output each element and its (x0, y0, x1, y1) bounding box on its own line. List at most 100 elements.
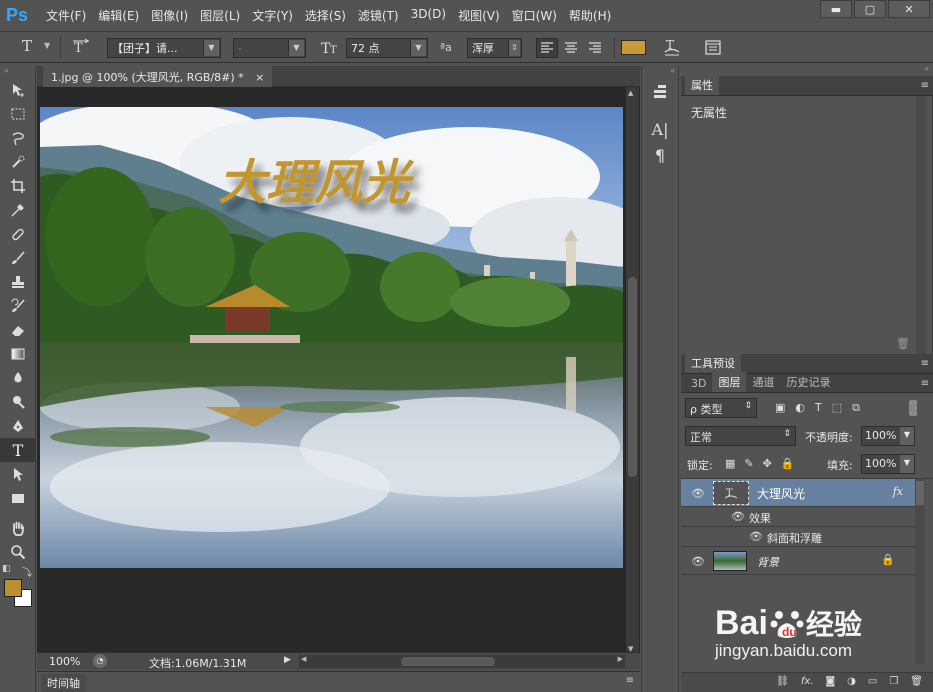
type-tool-icon[interactable]: T (0, 438, 36, 462)
vertical-scroll-thumb[interactable] (628, 277, 637, 477)
character-panel-icon[interactable]: A| (642, 116, 678, 142)
fx-icon[interactable]: fx (893, 485, 903, 498)
opacity-input[interactable]: 100% ▼ (861, 426, 915, 446)
pen-tool-icon[interactable] (0, 414, 36, 438)
zoom-level[interactable]: 100% (49, 655, 80, 668)
timeline-tab[interactable]: 时间轴 (41, 674, 86, 692)
menu-view[interactable]: 视图(V) (452, 7, 506, 24)
layer-row-background[interactable]: 👁 背景 🔒 (681, 547, 915, 575)
filter-pixel-icon[interactable]: ▣ (775, 401, 785, 415)
character-panel-icon[interactable] (704, 38, 722, 58)
lasso-tool-icon[interactable] (0, 126, 36, 150)
lock-all-icon[interactable]: 🔒 (781, 457, 795, 470)
horizontal-scroll-thumb[interactable] (401, 657, 495, 666)
lock-pixels-icon[interactable]: ✎ (744, 457, 753, 470)
properties-scrollbar[interactable] (916, 96, 926, 354)
lock-position-icon[interactable]: ✥ (763, 457, 772, 470)
status-menu-arrow-icon[interactable]: ▶ (284, 655, 291, 665)
menu-help[interactable]: 帮助(H) (563, 7, 617, 24)
status-info-icon[interactable]: ◔ (93, 654, 107, 668)
align-center-icon[interactable] (560, 38, 582, 58)
type-tool-icon[interactable]: T (22, 37, 32, 57)
trash-icon[interactable]: 🗑 (896, 337, 910, 350)
eye-icon[interactable]: 👁 (731, 510, 745, 523)
add-mask-icon[interactable]: ◙ (825, 676, 835, 692)
eye-icon[interactable]: 👁 (691, 555, 705, 568)
eraser-tool-icon[interactable] (0, 318, 36, 342)
blur-tool-icon[interactable] (0, 366, 36, 390)
rectangle-tool-icon[interactable] (0, 486, 36, 510)
warp-text-icon[interactable]: T (663, 37, 681, 57)
menu-window[interactable]: 窗口(W) (506, 7, 563, 24)
horizontal-scrollbar[interactable]: ◀ ▶ (299, 655, 625, 668)
adjustment-layer-icon[interactable]: ◑ (847, 676, 856, 692)
gradient-tool-icon[interactable] (0, 342, 36, 366)
marquee-tool-icon[interactable] (0, 102, 36, 126)
tab-3d[interactable]: 3D (685, 375, 712, 392)
filter-smart-object-icon[interactable]: ⧉ (852, 401, 860, 415)
new-layer-icon[interactable]: ❐ (889, 676, 898, 692)
filter-type-icon[interactable]: T (815, 401, 822, 415)
new-group-icon[interactable]: ▭ (868, 676, 877, 692)
filter-adjustment-icon[interactable]: ◐ (795, 401, 805, 415)
document-tab[interactable]: 1.jpg @ 100% (大理风光, RGB/8#) * × (43, 66, 273, 87)
filter-shape-icon[interactable]: ⬚ (832, 401, 842, 415)
panels-collapse-icon[interactable]: » (924, 64, 929, 73)
antialias-dropdown[interactable]: 浑厚 ⇕ (467, 38, 522, 58)
layers-scrollbar[interactable] (915, 479, 925, 664)
menu-edit[interactable]: 编辑(E) (92, 7, 145, 24)
panel-menu-icon[interactable]: ≡ (921, 358, 929, 369)
delete-layer-icon[interactable]: 🗑 (910, 676, 923, 692)
hand-tool-icon[interactable] (0, 516, 36, 540)
default-colors-icon[interactable]: ◧ (2, 564, 11, 574)
strip-collapse-icon[interactable]: « (642, 66, 678, 78)
layers-scroll-thumb[interactable] (916, 481, 924, 505)
foreground-color-swatch[interactable] (4, 579, 22, 597)
menu-3d[interactable]: 3D(D) (405, 7, 452, 24)
move-tool-icon[interactable] (0, 78, 36, 102)
lock-transparent-icon[interactable]: ▦ (725, 457, 735, 470)
text-orientation-icon[interactable]: T (72, 38, 90, 58)
history-brush-tool-icon[interactable] (0, 294, 36, 318)
minimize-button[interactable]: ▬ (820, 0, 852, 18)
font-style-dropdown[interactable]: - ▼ (233, 38, 306, 58)
brush-tool-icon[interactable] (0, 246, 36, 270)
scroll-left-icon[interactable]: ◀ (301, 655, 306, 663)
add-style-icon[interactable]: fx. (801, 676, 814, 692)
menu-image[interactable]: 图像(I) (145, 7, 194, 24)
tab-properties[interactable]: 属性 (685, 75, 719, 95)
paragraph-panel-icon[interactable]: ¶ (642, 142, 678, 168)
tool-preset-chevron-icon[interactable]: ▼ (44, 41, 50, 61)
clone-stamp-tool-icon[interactable] (0, 270, 36, 294)
history-panel-icon[interactable] (642, 78, 678, 106)
swap-colors-icon[interactable]: ⤵ (22, 564, 32, 579)
align-left-icon[interactable] (536, 38, 558, 58)
link-layers-icon[interactable]: ⛓ (776, 676, 789, 692)
layer-name[interactable]: 背景 (757, 554, 779, 570)
menu-filter[interactable]: 滤镜(T) (352, 7, 405, 24)
font-family-dropdown[interactable]: 【团子】请... ▼ (107, 38, 221, 58)
eye-icon[interactable]: 👁 (691, 487, 705, 500)
menu-select[interactable]: 选择(S) (299, 7, 352, 24)
scroll-up-icon[interactable]: ▲ (628, 89, 633, 97)
panel-menu-icon[interactable]: ≡ (921, 378, 929, 389)
tools-collapse-icon[interactable]: » (0, 66, 35, 78)
panel-menu-icon[interactable]: ≡ (626, 675, 634, 686)
healing-brush-tool-icon[interactable] (0, 222, 36, 246)
menu-file[interactable]: 文件(F) (40, 7, 92, 24)
scroll-right-icon[interactable]: ▶ (618, 655, 623, 663)
quick-selection-tool-icon[interactable] (0, 150, 36, 174)
font-size-dropdown[interactable]: 72 点 ▼ (346, 38, 428, 58)
document-canvas[interactable]: 大理风光 (40, 107, 623, 568)
fill-input[interactable]: 100% ▼ (861, 454, 915, 474)
close-button[interactable]: ✕ (888, 0, 930, 18)
text-color-swatch[interactable] (621, 40, 646, 55)
eyedropper-tool-icon[interactable] (0, 198, 36, 222)
filter-toggle-switch[interactable] (909, 400, 917, 416)
layer-row-text[interactable]: 👁 T 大理风光 fx (681, 479, 915, 507)
vertical-scrollbar[interactable]: ▲ ▼ (626, 87, 639, 655)
crop-tool-icon[interactable] (0, 174, 36, 198)
layer-effect-bevel-row[interactable]: 👁 斜面和浮雕 (681, 527, 915, 547)
maximize-button[interactable]: ▢ (854, 0, 886, 18)
tab-channels[interactable]: 通道 (746, 372, 780, 392)
